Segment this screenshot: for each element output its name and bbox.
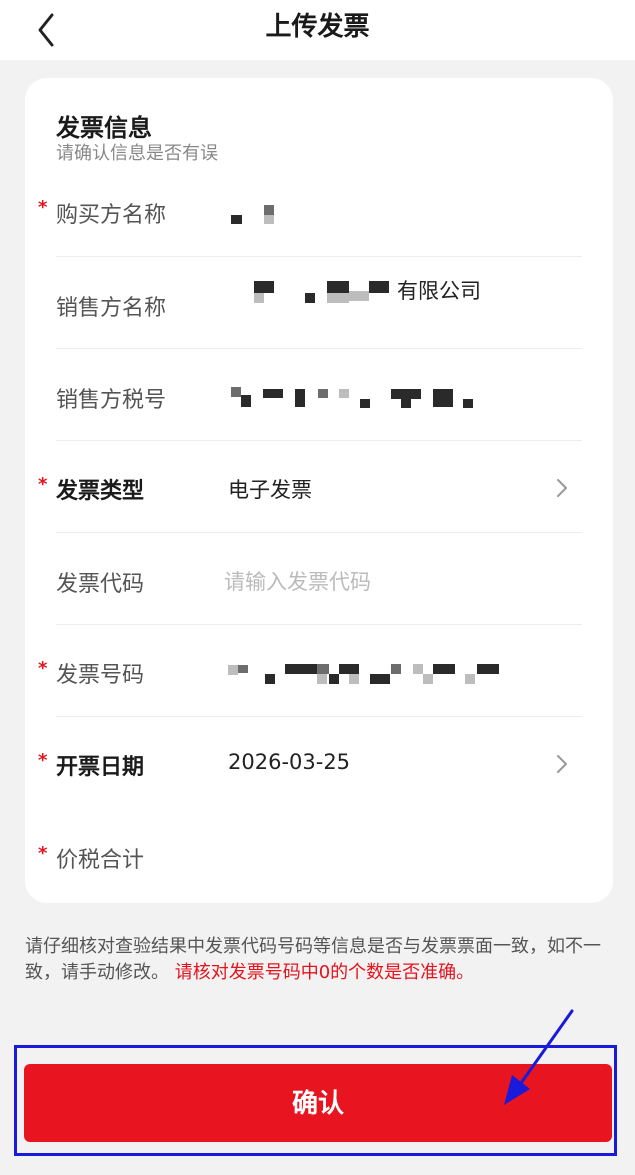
field-total-amount[interactable]: * 价税合计 xyxy=(25,809,613,901)
seller-name-value: 有限公司 xyxy=(397,279,481,303)
required-mark: * xyxy=(38,658,48,679)
field-issue-date[interactable]: * 开票日期 2026-03-25 xyxy=(25,717,613,809)
chevron-right-icon xyxy=(557,755,567,773)
required-mark: * xyxy=(38,843,48,864)
field-label: 销售方名称 xyxy=(56,296,167,321)
invoice-type-value: 电子发票 xyxy=(228,478,312,502)
field-invoice-type[interactable]: * 发票类型 电子发票 xyxy=(25,441,613,533)
field-seller-tax-id[interactable]: 销售方税号 xyxy=(25,349,613,441)
field-label: 销售方税号 xyxy=(56,388,167,413)
required-mark: * xyxy=(38,750,48,771)
field-label: 购买方名称 xyxy=(56,203,167,228)
page-title: 上传发票 xyxy=(265,12,370,42)
required-mark: * xyxy=(38,197,48,218)
field-invoice-code[interactable]: 发票代码 请输入发票代码 xyxy=(25,533,613,625)
field-invoice-number[interactable]: * 发票号码 xyxy=(25,625,613,717)
invoice-code-input[interactable]: 请输入发票代码 xyxy=(224,566,371,596)
field-label: 价税合计 xyxy=(56,848,145,873)
field-label: 开票日期 xyxy=(56,755,145,780)
card-subtitle: 请确认信息是否有误 xyxy=(56,143,218,164)
field-label: 发票代码 xyxy=(56,572,145,597)
chevron-right-icon xyxy=(557,479,567,497)
field-buyer-name[interactable]: * 购买方名称 xyxy=(25,165,613,257)
field-seller-name[interactable]: 销售方名称 有限公司 xyxy=(25,257,613,349)
note-warning: 请核对发票号码中0的个数是否准确。 xyxy=(174,962,475,983)
invoice-info-card: 发票信息 请确认信息是否有误 * 购买方名称 销售方名称 有限公司 销售方税号 xyxy=(25,78,613,903)
issue-date-value: 2026-03-25 xyxy=(228,750,351,774)
annotation-arrow-icon xyxy=(504,1009,574,1105)
card-title: 发票信息 xyxy=(56,114,152,142)
field-label: 发票类型 xyxy=(56,479,145,504)
verification-note: 请仔细核对查验结果中发票代码号码等信息是否与发票票面一致，如不一致，请手动修改。… xyxy=(25,934,610,986)
field-label: 发票号码 xyxy=(56,663,145,688)
required-mark: * xyxy=(38,474,48,495)
navbar: 上传发票 xyxy=(0,0,635,60)
